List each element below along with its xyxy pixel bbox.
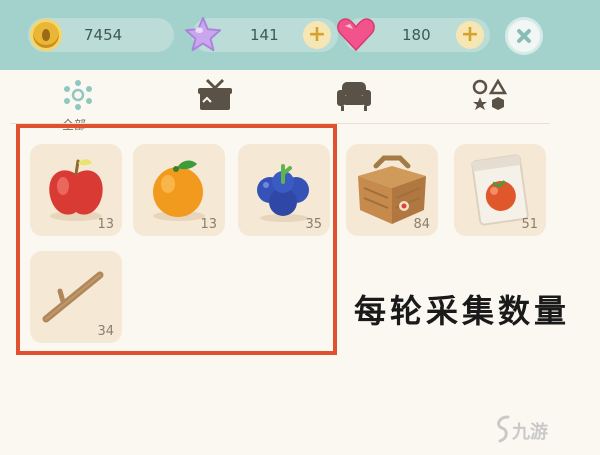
tab-all-icon[interactable]: [58, 78, 98, 112]
add-stars-button[interactable]: +: [303, 21, 331, 49]
star-icon: [184, 16, 222, 52]
item-slot-seed-packet[interactable]: 51: [454, 144, 546, 236]
tab-gifts-icon[interactable]: [195, 78, 235, 112]
item-count: 84: [413, 217, 430, 232]
caption-text: 每轮采集数量: [354, 292, 571, 330]
add-hearts-button[interactable]: +: [456, 21, 484, 49]
currency-bar: 7454 141 + 180 +: [0, 0, 600, 70]
star-value: 141: [250, 26, 279, 44]
heart-value: 180: [402, 26, 431, 44]
close-button[interactable]: [505, 17, 543, 55]
item-slot-picnic-basket[interactable]: 84: [346, 144, 438, 236]
tab-furniture-icon[interactable]: [334, 78, 374, 112]
item-count: 51: [521, 217, 538, 232]
highlight-frame: [16, 124, 337, 355]
tab-shapes-icon[interactable]: [470, 78, 510, 112]
heart-icon: [337, 18, 375, 52]
watermark-logo-icon: [497, 415, 510, 443]
category-tabs: 全部: [0, 70, 600, 133]
coin-value: 7454: [84, 26, 123, 44]
coin-icon: [30, 19, 62, 51]
watermark: 九游: [512, 422, 548, 443]
